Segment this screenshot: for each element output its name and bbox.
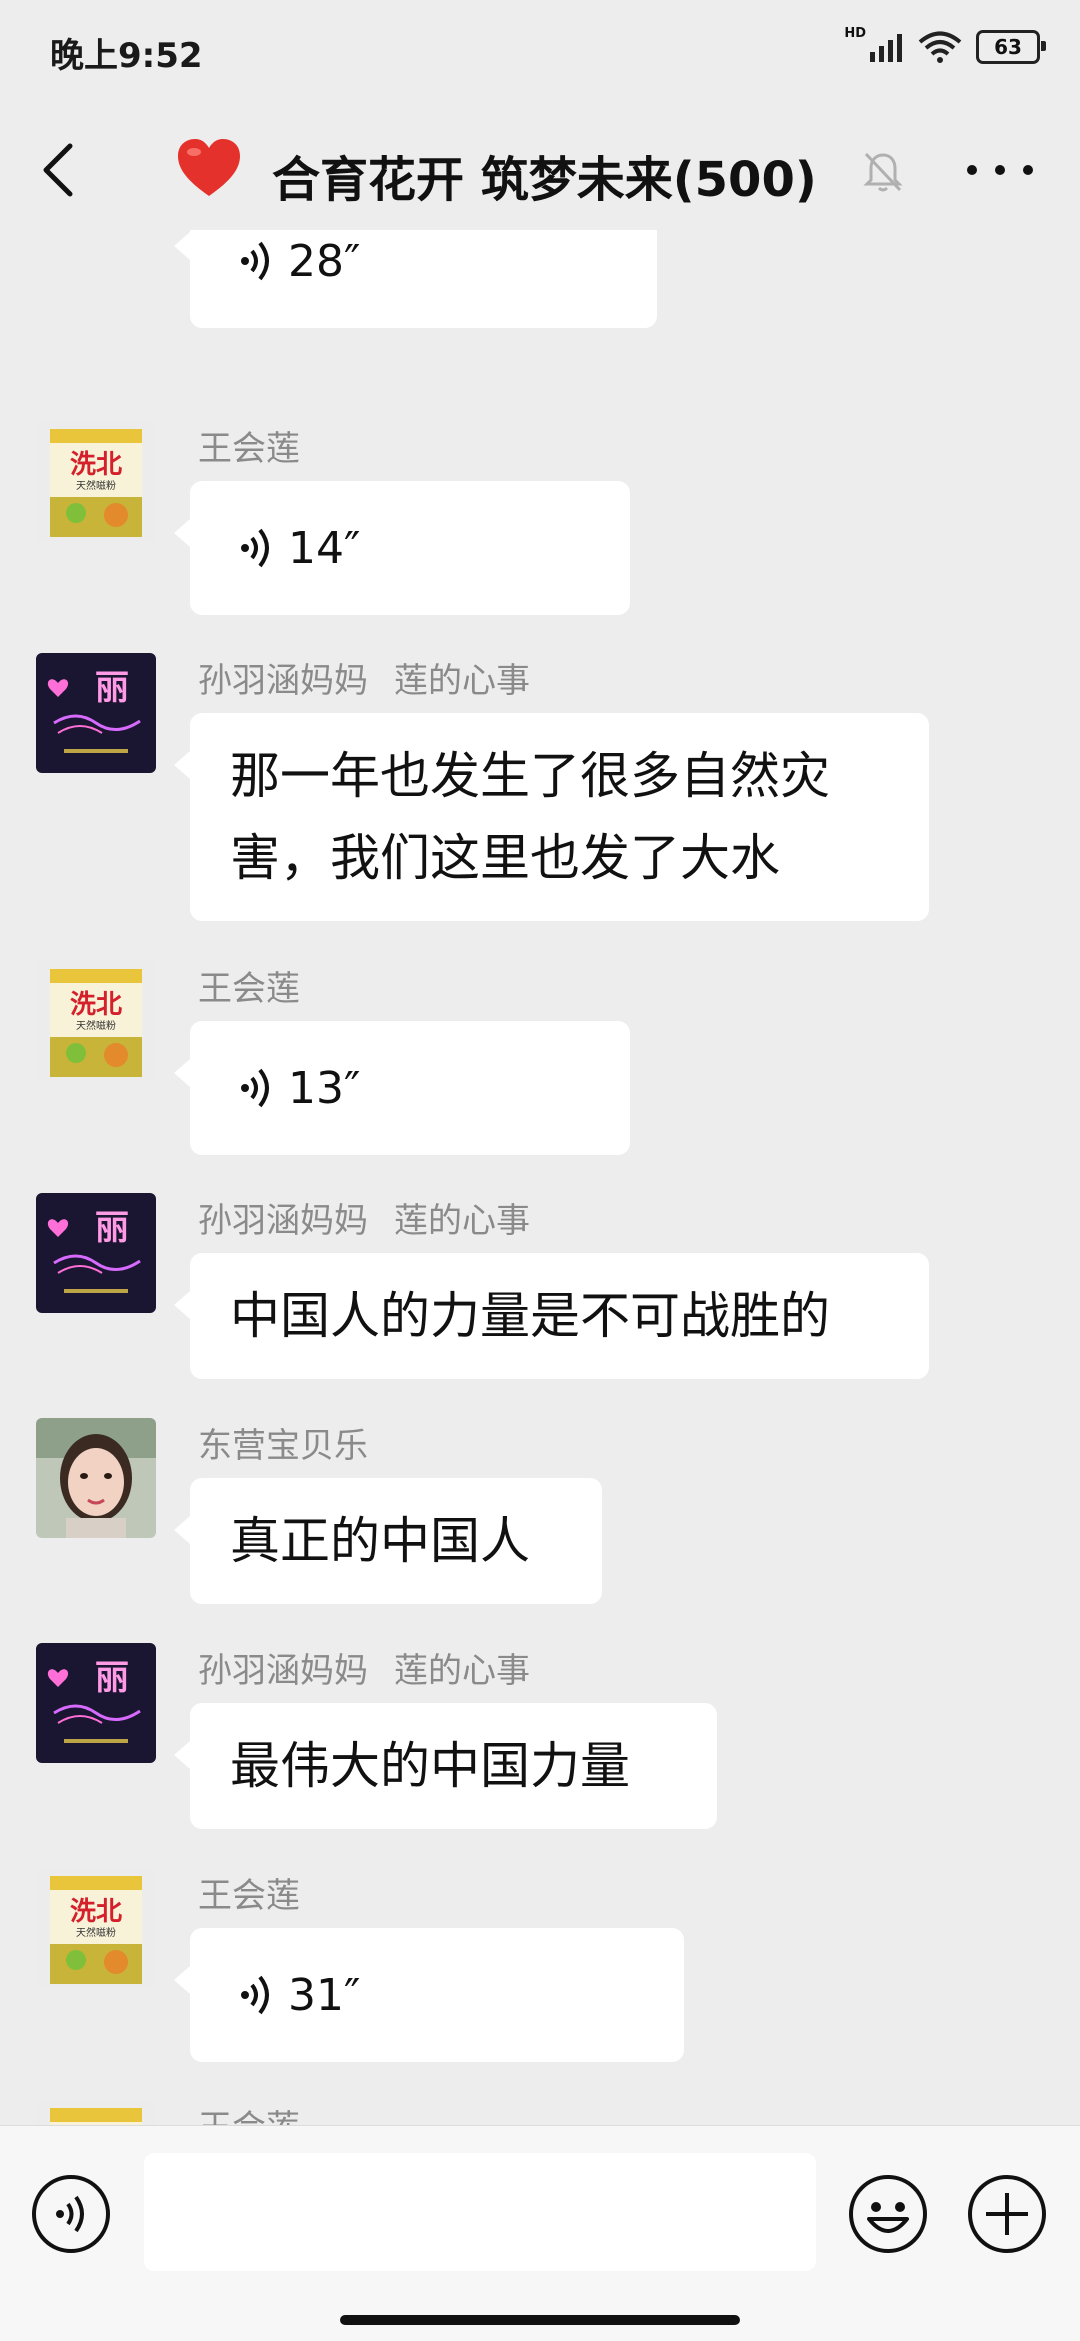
svg-text:丽: 丽 [95,668,129,708]
voice-wave-icon [241,528,269,568]
hd-label: HD [844,25,866,41]
voice-duration: 31″ [288,1969,361,2021]
chat-title: 合育花开 筑梦未来(500) [272,152,817,208]
wifi-icon [918,31,962,63]
status-bar: 晚上9:52 HD 63 [0,0,1080,100]
avatar[interactable]: 丽 [36,1643,156,1763]
battery-indicator: 63 [976,30,1046,64]
avatar[interactable]: 丽 [36,653,156,773]
voice-wave-icon [241,1068,269,1108]
signal-icon [870,34,902,62]
flour-bag-avatar [36,2100,156,2125]
voice-duration: 28″ [288,235,361,287]
svg-text:洗北: 洗北 [70,1897,122,1927]
voice-bubble[interactable]: 28″ [174,230,657,328]
neon-li-avatar: 丽 [36,1643,156,1763]
avatar[interactable] [36,1418,156,1538]
neon-li-avatar: 丽 [36,1193,156,1313]
voice-wave-icon [241,241,269,281]
voice-duration: 14″ [288,522,361,574]
portrait-avatar [36,1418,156,1538]
svg-text:天然嗞粉: 天然嗞粉 [76,1926,116,1939]
heart-icon [178,139,240,196]
more-options-icon[interactable] [960,142,1040,198]
home-indicator[interactable] [340,2315,740,2325]
input-bar [0,2125,1080,2341]
svg-text:天然嗞粉: 天然嗞粉 [76,479,116,492]
text-bubble[interactable]: 最伟大的中国力量 [174,1703,717,1829]
emoji-icon[interactable] [847,2173,929,2255]
svg-text:丽: 丽 [95,1208,129,1248]
chat-header: 合育花开 筑梦未来(500) [0,110,1080,230]
text-bubble[interactable]: 那一年也发生了很多自然灾 害，我们这里也发了大水 [174,713,929,921]
svg-text:洗北: 洗北 [70,450,122,480]
voice-bubble[interactable]: 14″ [174,481,630,615]
svg-text:洗北: 洗北 [70,990,122,1020]
voice-wave-icon [241,1975,269,2015]
sender-name: 王会莲 [198,969,300,1009]
neon-li-avatar: 丽 [36,653,156,773]
voice-input-icon[interactable] [30,2173,112,2255]
voice-bubble[interactable]: 31″ [174,1928,684,2062]
sender-name: 孙羽涵妈妈 莲的心事 [198,1651,530,1691]
sender-name: 王会莲 [198,429,300,469]
sender-name: 孙羽涵妈妈 莲的心事 [198,1201,530,1241]
flour-bag-avatar: 洗北 天然嗞粉 [36,961,156,1081]
muted-bell-icon [863,152,903,192]
svg-text:丽: 丽 [95,1658,129,1698]
svg-text:天然嗞粉: 天然嗞粉 [76,1019,116,1032]
avatar[interactable]: 洗北 天然嗞粉 [36,1868,156,1988]
avatar[interactable]: 洗北 天然嗞粉 [36,961,156,1081]
avatar[interactable] [36,2100,156,2125]
voice-duration: 13″ [288,1062,361,1114]
text-bubble[interactable]: 真正的中国人 [174,1478,602,1604]
sender-name: 王会莲 [198,1876,300,1916]
status-icons: HD 63 [844,26,1046,64]
sender-name: 孙羽涵妈妈 莲的心事 [198,661,530,701]
back-arrow-icon[interactable] [30,132,90,208]
avatar[interactable]: 丽 [36,1193,156,1313]
text-bubble[interactable]: 中国人的力量是不可战胜的 [174,1253,929,1379]
status-time: 晚上9:52 [50,36,203,76]
avatar[interactable]: 洗北 天然嗞粉 [36,421,156,541]
flour-bag-avatar: 洗北 天然嗞粉 [36,421,156,541]
flour-bag-avatar: 洗北 天然嗞粉 [36,1868,156,1988]
message-input[interactable] [144,2153,816,2271]
voice-bubble[interactable]: 13″ [174,1021,630,1155]
chat-message-list[interactable]: 洗北 天然嗞粉 28″ 洗北 [0,230,1080,2125]
add-attachment-icon[interactable] [966,2173,1048,2255]
sender-name: 东营宝贝乐 [198,1426,368,1466]
sender-name: 王会莲 [198,2100,300,2125]
